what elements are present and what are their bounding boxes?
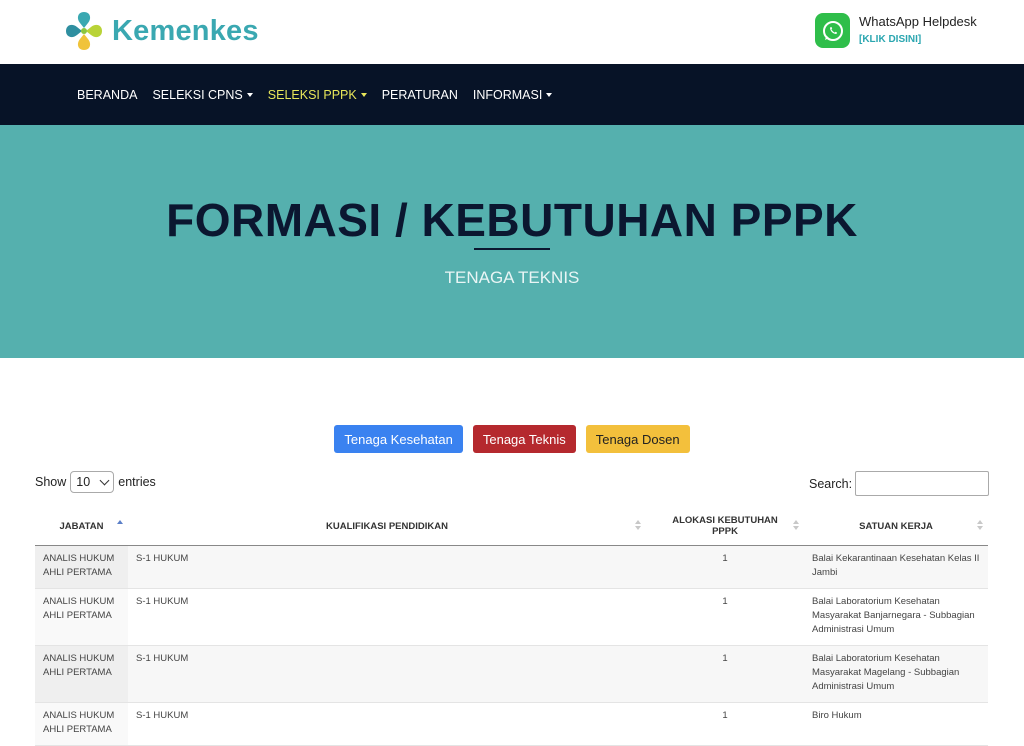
helpdesk-title: WhatsApp Helpdesk <box>859 14 977 29</box>
entries-label: entries <box>118 475 156 489</box>
tenaga-kesehatan-button[interactable]: Tenaga Kesehatan <box>334 425 463 453</box>
show-label: Show <box>35 475 67 489</box>
cell-satuan-kerja: Biro Hukum <box>804 702 988 746</box>
nav-beranda[interactable]: BERANDA <box>77 88 137 102</box>
header-jabatan[interactable]: JABATAN <box>35 507 128 546</box>
search-label: Search: <box>809 476 853 491</box>
cell-kualifikasi: S-1 HUKUM <box>128 588 646 646</box>
table-row: ANALIS HUKUM AHLI PERTAMA S-1 HUKUM 1 Ba… <box>35 645 988 703</box>
caret-down-icon <box>546 92 553 97</box>
cell-alokasi: 1 <box>646 645 804 703</box>
title-divider <box>474 248 550 250</box>
logo-text: Kemenkes <box>112 14 259 47</box>
cell-alokasi: 1 <box>646 702 804 746</box>
whatsapp-helpdesk[interactable]: WhatsApp Helpdesk [KLIK DISINI] <box>815 13 977 48</box>
cell-jabatan: ANALIS HUKUM AHLI PERTAMA <box>35 645 128 703</box>
nav-informasi-label: INFORMASI <box>472 87 543 102</box>
tenaga-teknis-button[interactable]: Tenaga Teknis <box>472 425 576 453</box>
sort-icon <box>793 520 799 530</box>
table-row: ANALIS HUKUM AHLI PERTAMA S-1 HUKUM 1 Ba… <box>35 545 988 589</box>
nav-seleksi-pppk-label: SELEKSI PPPK <box>267 87 357 102</box>
cell-kualifikasi: S-1 HUKUM <box>128 702 646 746</box>
formasi-table: JABATAN KUALIFIKASI PENDIDIKAN ALOKASI K… <box>35 507 988 746</box>
sort-icon <box>977 520 983 530</box>
header-alokasi[interactable]: ALOKASI KEBUTUHAN PPPK <box>646 507 804 546</box>
header-satuan-kerja[interactable]: SATUAN KERJA <box>804 507 988 546</box>
table-search: Search: <box>809 471 990 496</box>
hero-banner: FORMASI / KEBUTUHAN PPPK TENAGA TEKNIS <box>0 125 1024 358</box>
helpdesk-link[interactable]: [KLIK DISINI] <box>859 34 977 45</box>
nav-informasi[interactable]: INFORMASI <box>472 87 553 102</box>
cell-jabatan: ANALIS HUKUM AHLI PERTAMA <box>35 545 128 589</box>
cell-alokasi: 1 <box>646 545 804 589</box>
entries-select-value: 10 <box>76 475 91 489</box>
table-header-row: JABATAN KUALIFIKASI PENDIDIKAN ALOKASI K… <box>35 507 988 546</box>
cell-satuan-kerja: Balai Kekarantinaan Kesehatan Kelas II J… <box>804 545 988 589</box>
sort-icon <box>635 520 641 530</box>
cell-alokasi: 1 <box>646 588 804 646</box>
chevron-down-icon <box>99 475 110 486</box>
whatsapp-icon[interactable] <box>815 13 850 48</box>
main-navbar: BERANDA SELEKSI CPNS SELEKSI PPPK PERATU… <box>0 64 1024 125</box>
cell-jabatan: ANALIS HUKUM AHLI PERTAMA <box>35 588 128 646</box>
caret-down-icon <box>360 92 367 97</box>
nav-seleksi-pppk[interactable]: SELEKSI PPPK <box>268 88 367 102</box>
page-title: FORMASI / KEBUTUHAN PPPK <box>166 194 858 246</box>
category-tabs: Tenaga Kesehatan Tenaga Teknis Tenaga Do… <box>0 425 1024 453</box>
cell-jabatan: ANALIS HUKUM AHLI PERTAMA <box>35 702 128 746</box>
entries-select[interactable]: 10 <box>70 471 115 493</box>
nav-peraturan[interactable]: PERATURAN <box>382 88 458 102</box>
cell-kualifikasi: S-1 HUKUM <box>128 545 646 589</box>
tenaga-dosen-button[interactable]: Tenaga Dosen <box>585 425 690 453</box>
kemenkes-logo[interactable]: Kemenkes <box>64 10 259 52</box>
header-kualifikasi[interactable]: KUALIFIKASI PENDIDIKAN <box>128 507 646 546</box>
cell-satuan-kerja: Balai Laboratorium Kesehatan Masyarakat … <box>804 645 988 703</box>
header-jabatan-label: JABATAN <box>59 520 104 532</box>
caret-down-icon <box>246 92 253 97</box>
top-header: Kemenkes WhatsApp Helpdesk [KLIK DISINI] <box>0 0 1024 64</box>
nav-seleksi-cpns[interactable]: SELEKSI CPNS <box>152 87 253 102</box>
table-row: ANALIS HUKUM AHLI PERTAMA S-1 HUKUM 1 Bi… <box>35 702 988 746</box>
kemenkes-logo-icon <box>66 12 102 50</box>
cell-kualifikasi: S-1 HUKUM <box>128 645 646 703</box>
search-input[interactable] <box>855 471 990 496</box>
header-alokasi-label: ALOKASI KEBUTUHAN PPPK <box>672 515 778 537</box>
nav-peraturan-label: PERATURAN <box>381 87 458 102</box>
header-kualifikasi-label: KUALIFIKASI PENDIDIKAN <box>326 520 448 532</box>
nav-beranda-label: BERANDA <box>77 87 138 102</box>
page-subtitle: TENAGA TEKNIS <box>444 268 580 287</box>
nav-seleksi-cpns-label: SELEKSI CPNS <box>152 87 243 102</box>
entries-length-control: Show 10 entries <box>35 471 156 493</box>
table-row: ANALIS HUKUM AHLI PERTAMA S-1 HUKUM 1 Ba… <box>35 588 988 646</box>
cell-satuan-kerja: Balai Laboratorium Kesehatan Masyarakat … <box>804 588 988 646</box>
header-satuan-kerja-label: SATUAN KERJA <box>859 520 933 532</box>
sort-icon <box>117 520 123 524</box>
